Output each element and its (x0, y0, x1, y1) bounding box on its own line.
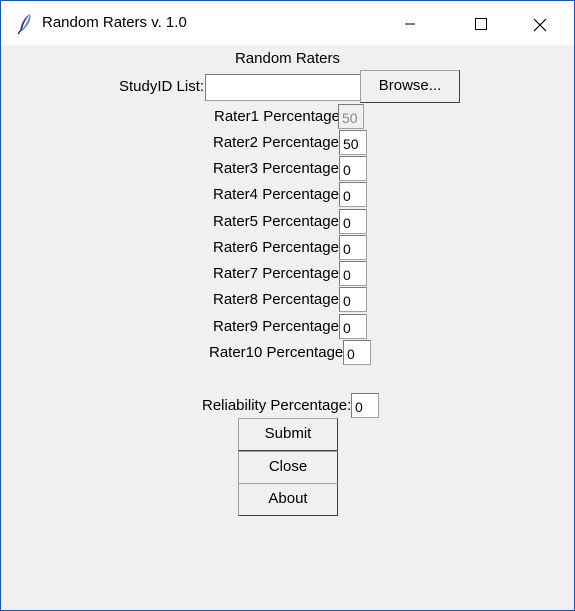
rater4-label: Rater4 Percentage: (213, 186, 344, 203)
reliability-percentage-input[interactable] (351, 393, 379, 418)
close-icon (533, 18, 547, 32)
rater10-label: Rater10 Percentage: (209, 344, 348, 361)
rater9-label: Rater9 Percentage: (213, 318, 344, 335)
rater10-percentage-input[interactable] (343, 340, 371, 365)
rater3-percentage-input[interactable] (339, 156, 367, 181)
maximize-button[interactable] (457, 1, 503, 45)
client-area: Random Raters StudyID List: Browse... Ra… (1, 45, 574, 610)
title-bar[interactable]: Random Raters v. 1.0 (1, 1, 574, 45)
rater2-percentage-input[interactable] (339, 130, 367, 155)
rater4-percentage-input[interactable] (339, 182, 367, 207)
rater1-percentage-input (338, 104, 364, 129)
rater7-percentage-input[interactable] (339, 261, 367, 286)
rater8-label: Rater8 Percentage: (213, 291, 344, 308)
rater5-percentage-input[interactable] (339, 209, 367, 234)
rater9-percentage-input[interactable] (339, 314, 367, 339)
submit-button[interactable]: Submit (238, 418, 338, 451)
about-button[interactable]: About (238, 483, 338, 516)
minimize-button[interactable] (387, 1, 433, 45)
rater8-percentage-input[interactable] (339, 287, 367, 312)
app-heading: Random Raters (234, 50, 341, 67)
minimize-icon (405, 23, 415, 25)
window-title: Random Raters v. 1.0 (42, 14, 187, 31)
rater5-label: Rater5 Percentage: (213, 213, 344, 230)
rater1-label: Rater1 Percentage (214, 108, 340, 125)
rater6-label: Rater6 Percentage: (213, 239, 344, 256)
close-window-button[interactable] (515, 1, 561, 45)
close-button[interactable]: Close (238, 451, 338, 484)
studyid-input[interactable] (205, 74, 361, 101)
rater7-label: Rater7 Percentage: (213, 265, 344, 282)
maximize-icon (475, 18, 487, 30)
reliability-label: Reliability Percentage: (202, 397, 352, 414)
rater6-percentage-input[interactable] (339, 235, 367, 260)
app-window: Random Raters v. 1.0 Random Raters Study… (0, 0, 575, 611)
rater2-label: Rater2 Percentage: (213, 134, 344, 151)
browse-button[interactable]: Browse... (360, 70, 460, 103)
studyid-label: StudyID List: (119, 78, 205, 95)
rater3-label: Rater3 Percentage: (213, 160, 344, 177)
feather-icon (16, 13, 36, 35)
